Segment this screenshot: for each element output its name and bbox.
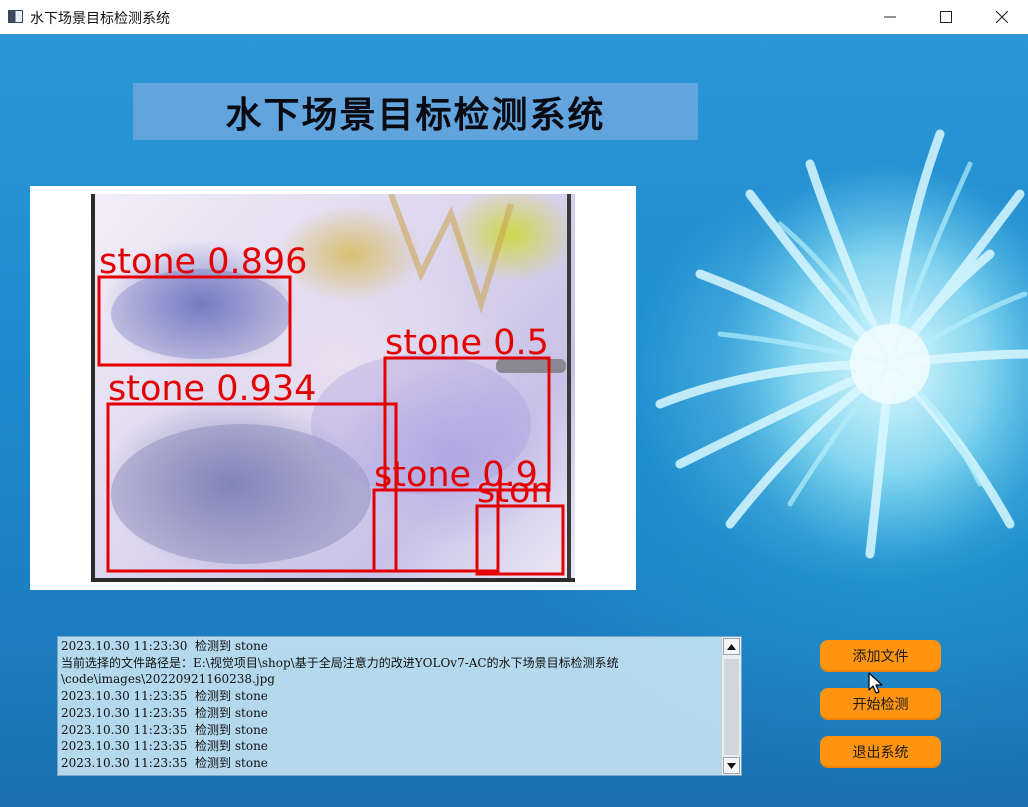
image-frame-edge xyxy=(567,194,571,582)
log-line: 当前选择的文件路径是：E:\视觉项目\shop\基于全局注意力的改进YOLOv7… xyxy=(61,655,619,670)
log-textarea[interactable]: 2023.10.30 11:23:30 检测到 stone 当前选择的文件路径是… xyxy=(57,636,742,776)
scroll-up-button[interactable] xyxy=(723,638,740,655)
image-frame-edge xyxy=(91,578,575,582)
arrow-down-icon xyxy=(727,762,736,769)
detection-label: stone 0.934 xyxy=(108,369,316,409)
detection-overlay: stone 0.896 stone 0.934 stone 0.5 stone … xyxy=(97,194,566,576)
window-title: 水下场景目标检测系统 xyxy=(30,11,170,27)
mouse-cursor-icon xyxy=(868,672,883,694)
page-title: 水下场景目标检测系统 xyxy=(225,94,606,136)
scroll-down-button[interactable] xyxy=(723,757,740,774)
detection-label: stone 0.5 xyxy=(385,323,549,363)
log-line: 2023.10.30 11:23:35 检测到 stone xyxy=(61,689,268,704)
window-titlebar: 水下场景目标检测系统 xyxy=(0,0,1028,34)
app-window-icon xyxy=(8,10,23,23)
log-line: 2023.10.30 11:23:35 检测到 stone xyxy=(61,705,268,720)
detection-box xyxy=(475,504,565,576)
log-line: 2023.10.30 11:23:35 检测到 stone xyxy=(61,755,268,770)
title-banner: 水下场景目标检测系统 xyxy=(133,83,698,140)
log-scrollbar[interactable] xyxy=(721,637,741,775)
log-lines: 2023.10.30 11:23:30 检测到 stone 当前选择的文件路径是… xyxy=(61,638,721,772)
log-line: 2023.10.30 11:23:30 检测到 stone xyxy=(61,639,268,653)
exit-system-button[interactable]: 退出系统 xyxy=(820,736,941,768)
log-line: \code\images\20220921160238.jpg xyxy=(61,672,275,687)
close-icon xyxy=(996,11,1008,23)
add-file-button[interactable]: 添加文件 xyxy=(820,640,941,672)
arrow-up-icon xyxy=(727,643,736,650)
image-frame-edge xyxy=(91,194,95,582)
detection-label: ston xyxy=(477,471,553,511)
log-line: 2023.10.30 11:23:35 检测到 stone xyxy=(61,722,268,737)
detection-image-panel: stone 0.896 stone 0.934 stone 0.5 stone … xyxy=(30,186,636,590)
log-line: 2023.10.30 11:23:35 检测到 stone xyxy=(61,739,268,754)
scrollbar-thumb[interactable] xyxy=(724,659,739,755)
close-button[interactable] xyxy=(974,0,1028,34)
detection-label: stone 0.896 xyxy=(99,242,307,282)
coral-background-image xyxy=(655,129,1028,564)
maximize-button[interactable] xyxy=(918,0,974,34)
minimize-icon xyxy=(884,16,896,18)
detection-result-image: stone 0.896 stone 0.934 stone 0.5 stone … xyxy=(91,194,575,582)
maximize-icon xyxy=(940,11,952,23)
minimize-button[interactable] xyxy=(862,0,918,34)
